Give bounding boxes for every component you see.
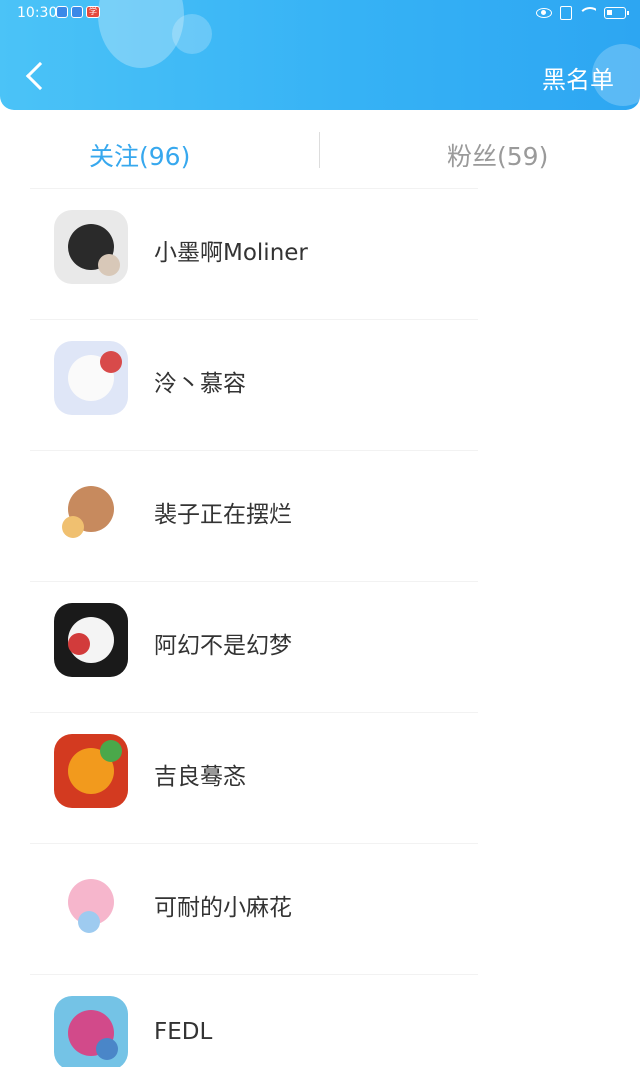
eye-icon bbox=[536, 8, 552, 18]
avatar[interactable] bbox=[54, 341, 128, 415]
status-indicators bbox=[536, 6, 629, 20]
user-name: 裴子正在摆烂 bbox=[154, 502, 292, 528]
notification-app-icon bbox=[71, 6, 83, 18]
list-item[interactable]: 小墨啊Moliner bbox=[0, 188, 640, 319]
avatar-accent bbox=[96, 1038, 118, 1060]
list-item[interactable]: 裴子正在摆烂 bbox=[0, 450, 640, 581]
avatar-accent bbox=[98, 254, 120, 276]
list-item[interactable]: FEDL bbox=[0, 974, 640, 1067]
battery-icon bbox=[604, 7, 629, 19]
avatar[interactable] bbox=[54, 734, 128, 808]
avatar-accent bbox=[78, 911, 100, 933]
tab-fans[interactable]: 粉丝(59) bbox=[447, 137, 548, 173]
list-item[interactable]: 阿幻不是幻梦 bbox=[0, 581, 640, 712]
avatar[interactable] bbox=[54, 865, 128, 939]
top-header: 10:30 学 黑名单 bbox=[0, 0, 640, 110]
back-button[interactable] bbox=[20, 56, 55, 96]
vibrate-icon bbox=[560, 6, 572, 20]
user-name: 可耐的小麻花 bbox=[154, 895, 292, 921]
avatar[interactable] bbox=[54, 472, 128, 546]
list-item[interactable]: 吉良蓦忞 bbox=[0, 712, 640, 843]
tab-following[interactable]: 关注(96) bbox=[89, 137, 190, 173]
wifi-icon bbox=[580, 7, 596, 19]
avatar-accent bbox=[68, 633, 90, 655]
following-list: 小墨啊Moliner 泠丶慕容 裴子正在摆烂 阿幻不是幻梦 吉良蓦忞 可耐的小麻… bbox=[0, 188, 640, 1067]
blacklist-button[interactable]: 黑名单 bbox=[542, 60, 614, 95]
tab-divider bbox=[319, 132, 320, 168]
avatar[interactable] bbox=[54, 996, 128, 1067]
avatar-accent bbox=[100, 351, 122, 373]
user-name: FEDL bbox=[154, 1019, 213, 1045]
status-bar: 10:30 学 bbox=[0, 0, 640, 28]
user-name: 吉良蓦忞 bbox=[154, 764, 246, 790]
status-app-icons: 学 bbox=[56, 6, 100, 18]
notification-app-icon bbox=[56, 6, 68, 18]
follow-tabs: 关注(96) 粉丝(59) bbox=[0, 110, 640, 188]
user-name: 泠丶慕容 bbox=[154, 371, 246, 397]
avatar[interactable] bbox=[54, 210, 128, 284]
status-time: 10:30 bbox=[17, 5, 58, 21]
study-app-icon: 学 bbox=[86, 6, 100, 18]
chevron-left-icon bbox=[25, 61, 55, 91]
user-name: 阿幻不是幻梦 bbox=[154, 633, 292, 659]
avatar-accent bbox=[100, 740, 122, 762]
user-name: 小墨啊Moliner bbox=[154, 240, 308, 266]
list-item[interactable]: 泠丶慕容 bbox=[0, 319, 640, 450]
avatar-accent bbox=[62, 516, 84, 538]
list-item[interactable]: 可耐的小麻花 bbox=[0, 843, 640, 974]
avatar[interactable] bbox=[54, 603, 128, 677]
